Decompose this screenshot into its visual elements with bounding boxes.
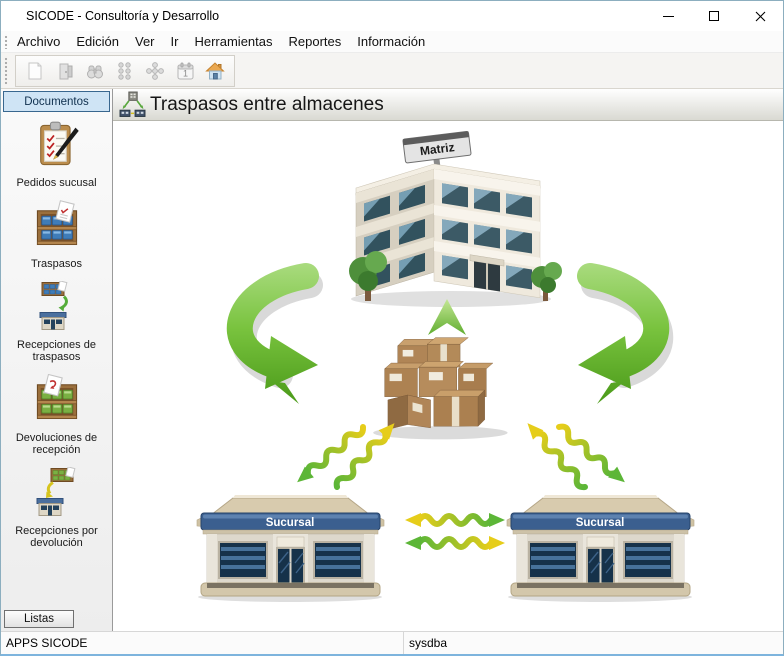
home-button[interactable] <box>200 57 230 84</box>
calendar-button[interactable]: 1 <box>170 57 200 84</box>
shelf-blue-boxes-icon <box>32 200 82 255</box>
sidebar-item-traspasos[interactable]: Traspasos <box>1 200 112 270</box>
wavy-arrow-from-right-store <box>522 418 590 491</box>
wavy-arrow-to-right-store <box>555 422 630 488</box>
sidebar-item-devoluciones-recepcion[interactable]: Devoluciones de recepción <box>1 374 112 456</box>
menu-archivo[interactable]: Archivo <box>9 32 68 51</box>
wavy-arrow-to-left-store <box>293 422 368 488</box>
home-icon <box>204 60 226 82</box>
process-button[interactable] <box>110 57 140 84</box>
main-panel: Traspasos entre almacenes <box>113 89 783 631</box>
exit-button[interactable] <box>50 57 80 84</box>
sucursal-store-right: Sucursal <box>507 495 694 602</box>
menu-ver[interactable]: Ver <box>127 32 163 51</box>
illustration-canvas: Matriz <box>113 121 783 631</box>
shelf-to-store-icon <box>34 281 80 336</box>
svg-text:Sucursal: Sucursal <box>576 517 625 529</box>
maximize-button[interactable] <box>691 1 737 31</box>
menu-grip-handle[interactable] <box>3 34 8 49</box>
transfer-diagram-icon <box>119 91 146 118</box>
listas-button[interactable]: Listas <box>4 610 74 628</box>
green-arrow-left <box>240 276 318 404</box>
wavy-arrow-between-stores-top <box>405 513 505 527</box>
sidebar-item-label: Devoluciones de recepción <box>1 429 112 456</box>
shelf-green-boxes-icon <box>32 374 82 429</box>
menu-informacion[interactable]: Información <box>349 32 433 51</box>
toolbar: 1 <box>1 53 783 89</box>
content-area: Documentos <box>1 89 783 631</box>
menu-ir[interactable]: Ir <box>163 32 187 51</box>
sidebar-item-label: Traspasos <box>28 255 85 270</box>
close-icon <box>755 11 766 22</box>
menu-reportes[interactable]: Reportes <box>281 32 350 51</box>
sidebar: Documentos <box>1 89 113 631</box>
svg-text:1: 1 <box>183 68 188 78</box>
process-nodes-icon <box>114 60 136 82</box>
window-title: SICODE - Consultoría y Desarrollo <box>1 9 645 23</box>
close-button[interactable] <box>737 1 783 31</box>
maximize-icon <box>709 11 719 21</box>
sidebar-item-pedidos-sucursal[interactable]: Pedidos sucusal <box>1 119 112 189</box>
toolbar-group: 1 <box>15 55 235 87</box>
status-bar: APPS SICODE sysdba <box>1 631 783 654</box>
wavy-arrow-between-stores-bottom <box>405 536 505 550</box>
minimize-button[interactable] <box>645 1 691 31</box>
app-window: SICODE - Consultoría y Desarrollo Archiv… <box>0 0 784 656</box>
tab-documentos-label: Documentos <box>24 96 89 108</box>
calendar-icon: 1 <box>174 60 196 82</box>
sidebar-item-label: Recepciones de traspasos <box>1 336 112 363</box>
svg-text:Sucursal: Sucursal <box>266 517 315 529</box>
menu-herramientas[interactable]: Herramientas <box>186 32 280 51</box>
workflow-button[interactable] <box>140 57 170 84</box>
warehouse-transfer-illustration: Matriz <box>113 121 782 631</box>
green-arrow-right <box>578 276 660 404</box>
sidebar-item-label: Pedidos sucusal <box>13 174 99 189</box>
minimize-icon <box>663 16 674 17</box>
page-header: Traspasos entre almacenes <box>113 89 783 121</box>
new-document-button[interactable] <box>20 57 50 84</box>
sidebar-item-recepciones-devolucion[interactable]: Recepciones por devolución <box>1 467 112 549</box>
tab-documentos[interactable]: Documentos <box>3 91 110 112</box>
exit-door-icon <box>54 60 76 82</box>
new-document-icon <box>24 60 46 82</box>
matriz-building: Matriz <box>349 131 562 307</box>
menu-bar: Archivo Edición Ver Ir Herramientas Repo… <box>1 31 783 53</box>
menu-edicion[interactable]: Edición <box>68 32 127 51</box>
title-bar: SICODE - Consultoría y Desarrollo <box>1 1 783 31</box>
status-app-name: APPS SICODE <box>1 632 404 654</box>
sidebar-item-label: Recepciones por devolución <box>1 522 112 549</box>
status-user: sysdba <box>404 632 783 654</box>
sidebar-item-recepciones-traspasos[interactable]: Recepciones de traspasos <box>1 281 112 363</box>
listas-button-label: Listas <box>24 613 54 625</box>
sucursal-store-left: Sucursal <box>197 495 384 602</box>
search-binoculars-icon <box>84 60 106 82</box>
workflow-plus-icon <box>144 60 166 82</box>
sidebar-nav: Pedidos sucusal <box>1 114 112 608</box>
toolbar-grip-handle[interactable] <box>3 56 8 85</box>
green-shelf-to-store-icon <box>34 467 80 522</box>
page-title: Traspasos entre almacenes <box>150 94 384 116</box>
search-button[interactable] <box>80 57 110 84</box>
clipboard-pen-icon <box>32 119 82 174</box>
